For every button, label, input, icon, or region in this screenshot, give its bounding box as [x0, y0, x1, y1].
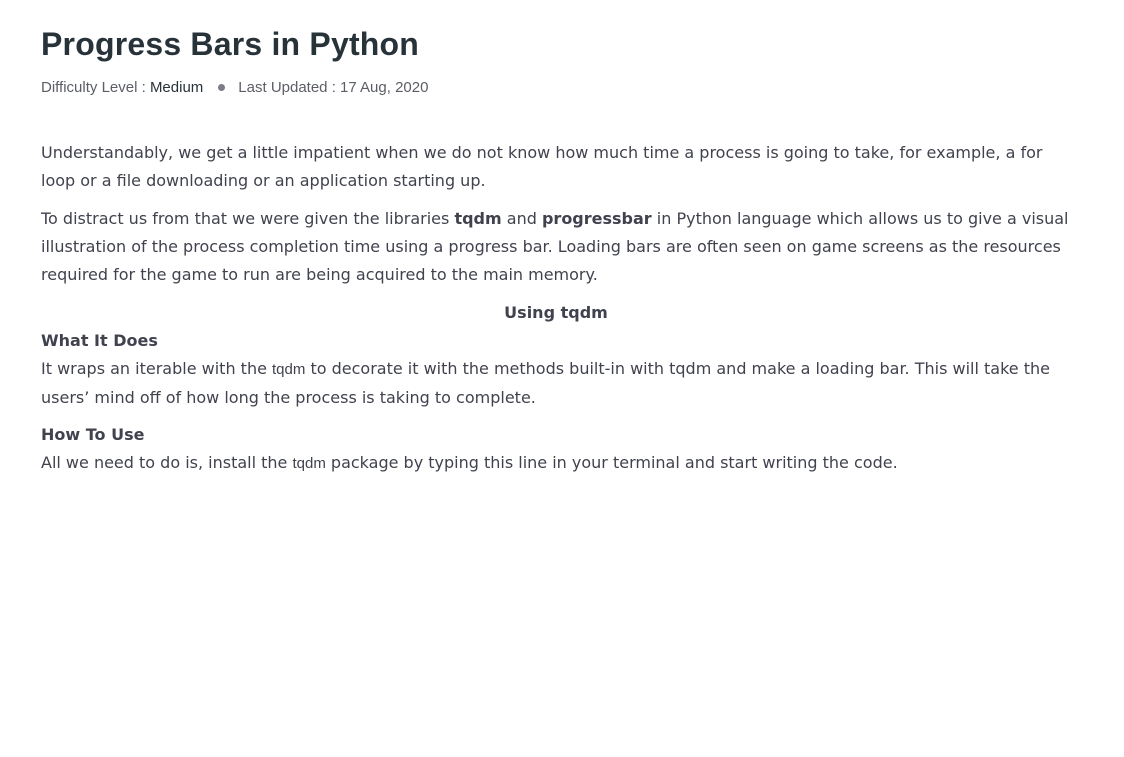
difficulty-value[interactable]: Medium [150, 79, 203, 96]
intro-paragraph: Understandably, we get a little impatien… [41, 143, 1043, 190]
libraries-text-2: and [501, 209, 542, 228]
how-text-2: package by typing this line in your term… [325, 453, 898, 472]
library-tqdm: tqdm [454, 209, 502, 228]
how-text-1: All we need to do is, install the [41, 453, 293, 472]
article-meta: Difficulty Level : Medium Last Updated : … [41, 78, 428, 98]
what-text-1: It wraps an iterable with the [41, 359, 273, 378]
inline-code-tqdm: tqdm [272, 361, 306, 378]
difficulty-label: Difficulty Level : [41, 79, 150, 96]
last-updated: Last Updated : 17 Aug, 2020 [238, 79, 429, 96]
libraries-paragraph: To distract us from that we were given t… [41, 205, 1071, 289]
inline-code-tqdm-install: tqdm [292, 455, 326, 472]
libraries-text-1: To distract us from that we were given t… [41, 209, 455, 228]
page-title: Progress Bars in Python [41, 26, 420, 62]
how-to-use-heading: How To Use [41, 425, 145, 444]
library-progressbar: progressbar [541, 209, 652, 228]
section-heading: Using tqdm [504, 303, 608, 322]
what-it-does-paragraph: It wraps an iterable with the tqdm to de… [41, 355, 1071, 412]
separator-dot [218, 83, 226, 91]
what-it-does-heading: What It Does [41, 331, 158, 350]
how-to-use-paragraph: All we need to do is, install the tqdm p… [41, 449, 1071, 478]
